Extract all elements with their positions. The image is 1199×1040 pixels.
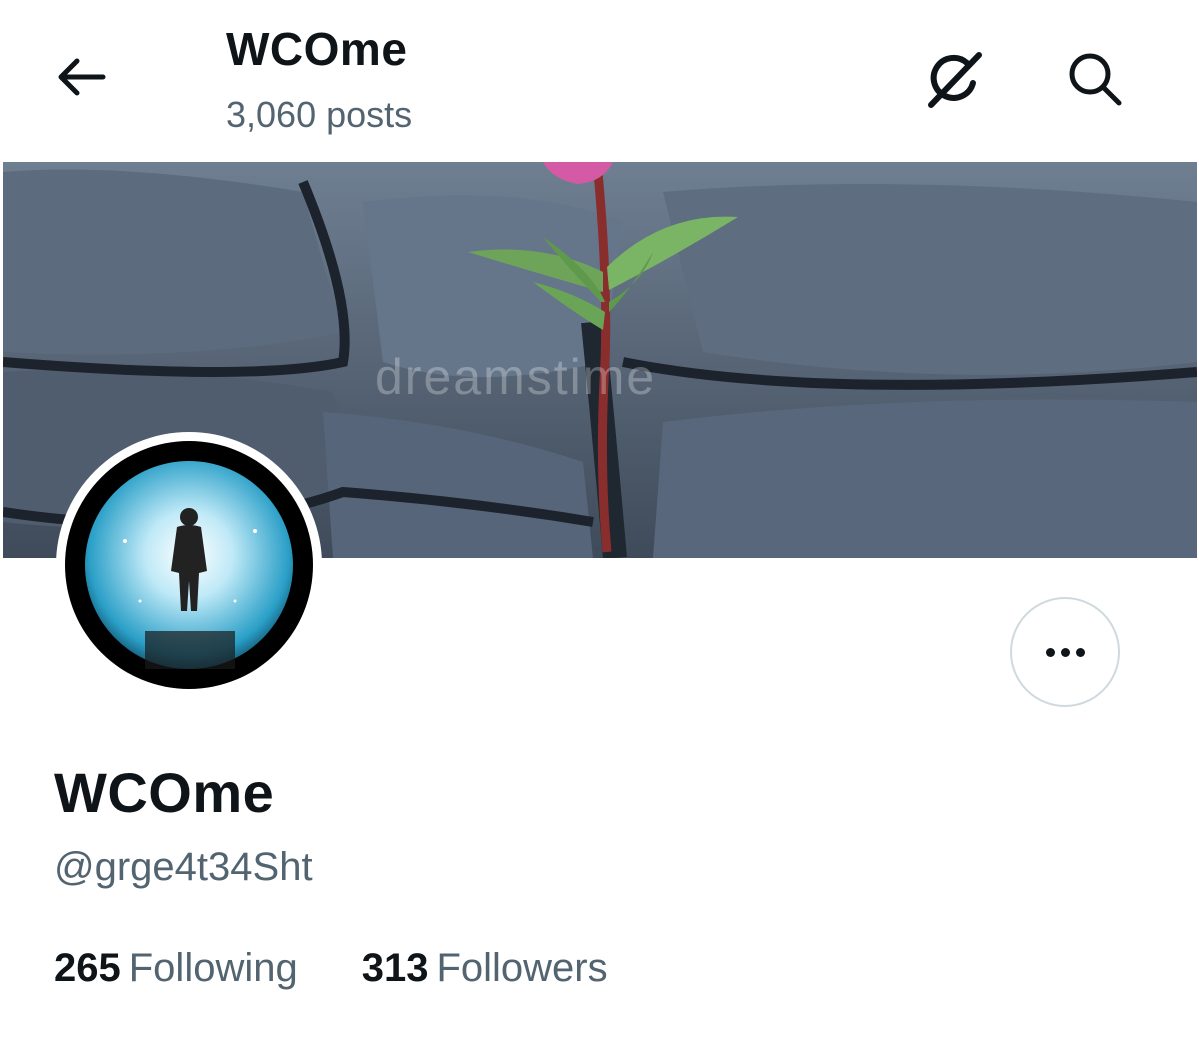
avatar[interactable] bbox=[56, 432, 322, 698]
header-title: WCOme bbox=[226, 23, 408, 75]
avatar-image bbox=[85, 461, 293, 669]
followers-count: 313 bbox=[361, 946, 429, 990]
back-button[interactable] bbox=[48, 44, 114, 110]
grok-button[interactable] bbox=[922, 46, 988, 112]
search-button[interactable] bbox=[1062, 46, 1128, 112]
grok-icon bbox=[928, 52, 982, 108]
more-dot-icon bbox=[1045, 647, 1055, 657]
arrow-left-icon bbox=[58, 58, 106, 96]
avatar-image-frame bbox=[65, 441, 313, 689]
profile-header: WCOme 3,060 posts bbox=[0, 0, 1199, 160]
search-icon bbox=[1069, 53, 1122, 106]
display-name: WCOme bbox=[54, 761, 275, 824]
more-options-button[interactable] bbox=[1010, 597, 1120, 707]
posts-count: 3,060 posts bbox=[226, 94, 413, 135]
following-count: 265 bbox=[54, 946, 121, 990]
more-dot-icon bbox=[1075, 647, 1085, 657]
followers-label: Followers bbox=[436, 946, 608, 990]
followers-link[interactable]: 313 Followers bbox=[362, 946, 608, 991]
following-label: Following bbox=[128, 946, 298, 990]
more-dot-icon bbox=[1060, 647, 1070, 657]
following-link[interactable]: 265 Following bbox=[54, 946, 298, 991]
user-handle: @grge4t34Sht bbox=[54, 845, 313, 889]
profile-stats: 265 Following 313 Followers bbox=[54, 946, 608, 991]
banner-watermark: dreamstime bbox=[375, 349, 657, 405]
